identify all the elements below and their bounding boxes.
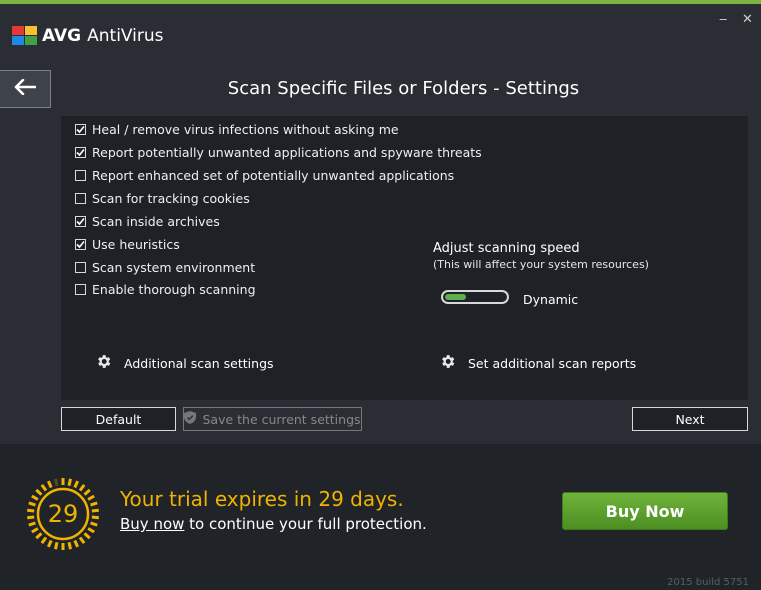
shield-icon: [184, 411, 202, 427]
next-button[interactable]: Next: [632, 407, 748, 431]
additional-scan-settings-label: Additional scan settings: [124, 355, 274, 371]
app-logo: AVG AntiVirus: [12, 26, 164, 46]
checkbox-unchecked[interactable]: [75, 284, 86, 295]
option-row[interactable]: Enable thorough scanning: [75, 282, 256, 297]
trial-days-value: 29: [48, 500, 79, 528]
default-button[interactable]: Default: [61, 407, 176, 431]
minimize-button[interactable]: ‒: [719, 12, 727, 27]
checkmark-icon: [76, 217, 85, 226]
additional-scan-reports-link[interactable]: Set additional scan reports: [439, 353, 636, 373]
avg-logo-icon: [12, 26, 38, 46]
option-label: Enable thorough scanning: [92, 282, 256, 297]
close-button[interactable]: ✕: [742, 12, 753, 27]
option-label: Heal / remove virus infections without a…: [92, 122, 399, 137]
checkmark-icon: [76, 125, 85, 134]
option-label: Scan for tracking cookies: [92, 191, 250, 206]
buy-now-button[interactable]: Buy Now: [562, 492, 728, 530]
header: AVG AntiVirus ‒ ✕: [0, 4, 761, 68]
settings-panel: Heal / remove virus infections without a…: [61, 116, 748, 400]
trial-message: Your trial expires in 29 days.: [120, 487, 404, 511]
checkmark-icon: [76, 148, 85, 157]
option-label: Report potentially unwanted applications…: [92, 145, 482, 160]
checkbox-checked[interactable]: [75, 216, 86, 227]
buy-now-link[interactable]: Buy now: [120, 515, 184, 533]
save-settings-label: Save the current settings: [202, 411, 361, 427]
speed-slider-fill: [445, 294, 466, 300]
option-label: Report enhanced set of potentially unwan…: [92, 168, 455, 183]
option-row[interactable]: Scan for tracking cookies: [75, 191, 250, 206]
checkbox-checked[interactable]: [75, 124, 86, 135]
option-label: Scan system environment: [92, 260, 256, 275]
trial-subtext-rest: to continue your full protection.: [184, 515, 427, 533]
option-row[interactable]: Scan inside archives: [75, 214, 220, 229]
checkmark-icon: [76, 240, 85, 249]
page-title: Scan Specific Files or Folders - Setting…: [227, 78, 580, 99]
checkbox-unchecked[interactable]: [75, 193, 86, 204]
save-settings-button[interactable]: Save the current settings: [183, 407, 362, 431]
checkbox-unchecked[interactable]: [75, 170, 86, 181]
gear-icon: [95, 353, 124, 373]
option-label: Use heuristics: [92, 237, 180, 252]
product-name: AntiVirus: [87, 26, 164, 46]
speed-subtitle: (This will affect your system resources): [433, 258, 649, 271]
speed-value-label: Dynamic: [523, 292, 579, 307]
option-row[interactable]: Use heuristics: [75, 237, 180, 252]
checkbox-checked[interactable]: [75, 239, 86, 250]
checkbox-checked[interactable]: [75, 147, 86, 158]
option-row[interactable]: Report enhanced set of potentially unwan…: [75, 168, 454, 183]
option-row[interactable]: Scan system environment: [75, 260, 255, 275]
option-row[interactable]: Report potentially unwanted applications…: [75, 145, 482, 160]
page-title-row: Scan Specific Files or Folders - Setting…: [0, 78, 761, 99]
option-label: Scan inside archives: [92, 214, 220, 229]
gear-icon: [439, 353, 468, 373]
speed-title: Adjust scanning speed: [433, 241, 580, 256]
build-info: 2015 build 5751: [667, 577, 749, 588]
trial-subtext: Buy now to continue your full protection…: [120, 515, 427, 533]
trial-days-counter: 29: [25, 476, 101, 556]
additional-scan-settings-link[interactable]: Additional scan settings: [95, 353, 274, 373]
option-row[interactable]: Heal / remove virus infections without a…: [75, 122, 399, 137]
checkbox-unchecked[interactable]: [75, 262, 86, 273]
scan-speed-slider[interactable]: [441, 290, 509, 304]
additional-scan-reports-label: Set additional scan reports: [468, 355, 637, 371]
brand-name: AVG: [42, 26, 82, 46]
